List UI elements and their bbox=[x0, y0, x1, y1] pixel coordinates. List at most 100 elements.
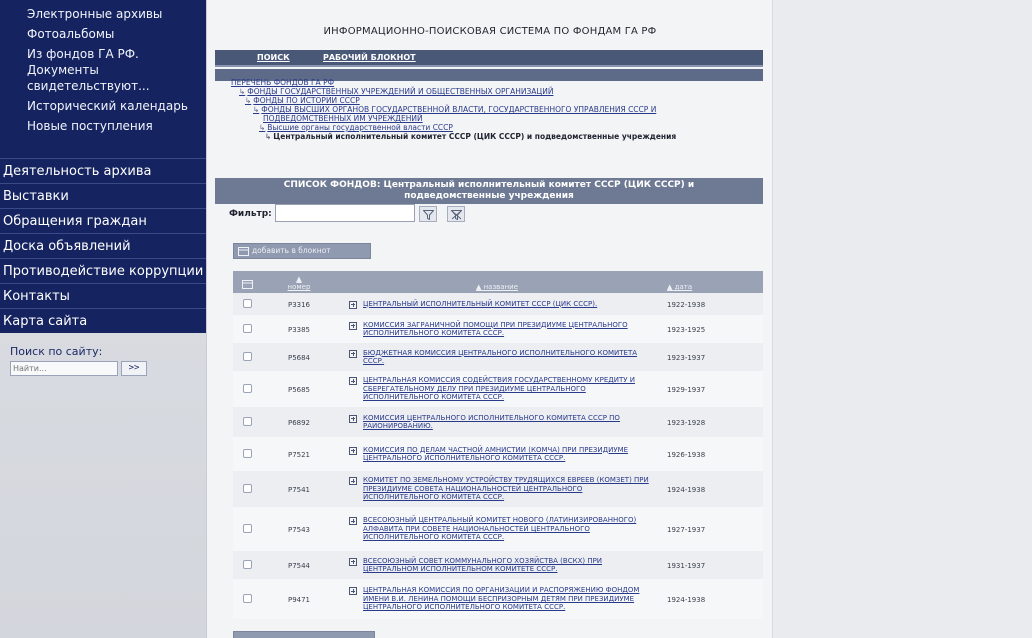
site-search-button[interactable]: >> bbox=[121, 361, 147, 376]
expand-plus-icon[interactable] bbox=[349, 446, 357, 455]
filter-apply-button[interactable] bbox=[419, 206, 437, 222]
sidebar-item-historical-calendar[interactable]: Исторический календарь bbox=[0, 96, 206, 116]
sidebar-item-photo-albums[interactable]: Фотоальбомы bbox=[0, 24, 206, 44]
column-header-name-label: название bbox=[483, 283, 519, 291]
sidebar-item-anti-corruption[interactable]: Противодействие коррупции bbox=[0, 258, 206, 283]
row-checkbox[interactable] bbox=[242, 416, 252, 426]
sidebar-item-sitemap[interactable]: Карта сайта bbox=[0, 308, 206, 333]
expand-plus-icon[interactable] bbox=[349, 517, 357, 526]
fund-number-cell: Р5684 bbox=[261, 343, 337, 371]
table-row: Р6892 КОМИССИЯ ЦЕНТРАЛЬНОГО ИСПОЛНИТЕЛЬН… bbox=[233, 407, 763, 437]
sidebar-item-citizen-appeals[interactable]: Обращения граждан bbox=[0, 208, 206, 233]
row-checkbox[interactable] bbox=[242, 483, 252, 493]
nav-notebook-link[interactable]: РАБОЧИЙ БЛОКНОТ bbox=[323, 53, 416, 62]
sort-arrow-icon: ▲ bbox=[296, 275, 302, 283]
fund-date: 1929-1937 bbox=[667, 385, 706, 394]
row-checkbox[interactable] bbox=[242, 559, 252, 569]
breadcrumb-item-supreme-bodies[interactable]: ↳ Высшие органы государственной власти СС… bbox=[231, 123, 751, 132]
fund-number: Р6892 bbox=[287, 418, 311, 427]
fund-number-cell: Р6892 bbox=[261, 407, 337, 437]
fund-date-cell: 1926-1938 bbox=[657, 437, 763, 471]
nav-search-link[interactable]: ПОИСК bbox=[257, 53, 290, 62]
fund-name-link[interactable]: ВСЕСОЮЗНЫЙ ЦЕНТРАЛЬНЫЙ КОМИТЕТ НОВОГО (Л… bbox=[363, 516, 657, 542]
expand-plus-icon[interactable] bbox=[349, 557, 357, 566]
fund-name-link[interactable]: ЦЕНТРАЛЬНАЯ КОМИССИЯ ПО ОРГАНИЗАЦИИ И РА… bbox=[363, 586, 657, 612]
fund-name-wrap: ВСЕСОЮЗНЫЙ ЦЕНТРАЛЬНЫЙ КОМИТЕТ НОВОГО (Л… bbox=[337, 514, 657, 544]
filter-input[interactable] bbox=[275, 204, 415, 222]
filter-label: Фильтр: bbox=[229, 209, 272, 219]
fund-name-link[interactable]: БЮДЖЕТНАЯ КОМИССИЯ ЦЕНТРАЛЬНОГО ИСПОЛНИТ… bbox=[363, 349, 657, 366]
row-select-cell bbox=[233, 293, 261, 315]
fund-name-link[interactable]: ВСЕСОЮЗНЫЙ СОВЕТ КОММУНАЛЬНОГО ХОЗЯЙСТВА… bbox=[363, 557, 657, 574]
fund-name-link[interactable]: КОМИССИЯ ЗАГРАНИЧНОЙ ПОМОЩИ ПРИ ПРЕЗИДИУ… bbox=[363, 321, 657, 338]
fund-name-link[interactable]: КОМИТЕТ ПО ЗЕМЕЛЬНОМУ УСТРОЙСТВУ ТРУДЯЩИ… bbox=[363, 476, 657, 502]
column-header-name[interactable]: ▲ название bbox=[337, 271, 657, 293]
row-checkbox[interactable] bbox=[242, 593, 252, 603]
row-select-cell bbox=[233, 343, 261, 371]
sidebar-item-new-arrivals[interactable]: Новые поступления bbox=[0, 116, 206, 136]
breadcrumb-item-subordinate-institutions[interactable]: ПОДВЕДОМСТВЕННЫХ ИМ УЧРЕЖДЕНИЙ bbox=[231, 114, 751, 123]
sidebar-item-exhibitions[interactable]: Выставки bbox=[0, 183, 206, 208]
right-blank-area bbox=[772, 0, 1032, 638]
top-nav: ПОИСК РАБОЧИЙ БЛОКНОТ bbox=[215, 50, 763, 67]
main-content: ИНФОРМАЦИОННО-ПОИСКОВАЯ СИСТЕМА ПО ФОНДА… bbox=[206, 0, 772, 638]
expand-plus-icon[interactable] bbox=[349, 321, 357, 330]
table-row: Р9471 ЦЕНТРАЛЬНАЯ КОМИССИЯ ПО ОРГАНИЗАЦИ… bbox=[233, 579, 763, 619]
breadcrumb-item-higher-authorities[interactable]: ↳ ФОНДЫ ВЫСШИХ ОРГАНОВ ГОСУДАРСТВЕННОЙ ВЛ… bbox=[231, 105, 751, 114]
expand-plus-icon[interactable] bbox=[349, 377, 357, 386]
sidebar-item-notice-board[interactable]: Доска объявлений bbox=[0, 233, 206, 258]
fund-name-cell: ЦЕНТРАЛЬНАЯ КОМИССИЯ СОДЕЙСТВИЯ ГОСУДАРС… bbox=[337, 371, 657, 407]
breadcrumb-item-ussr-history[interactable]: ↳ ФОНДЫ ПО ИСТОРИИ СССР bbox=[231, 96, 751, 105]
fund-number: Р7544 bbox=[287, 561, 311, 570]
expand-plus-icon[interactable] bbox=[349, 414, 357, 423]
sidebar-item-electronic-archives[interactable]: Электронные архивы bbox=[0, 4, 206, 24]
table-row: Р3385 КОМИССИЯ ЗАГРАНИЧНОЙ ПОМОЩИ ПРИ ПР… bbox=[233, 315, 763, 343]
sidebar-item-contacts[interactable]: Контакты bbox=[0, 283, 206, 308]
row-select-cell bbox=[233, 407, 261, 437]
expand-plus-icon[interactable] bbox=[349, 300, 357, 309]
add-to-notebook-button[interactable]: добавить в блокнот bbox=[233, 243, 371, 259]
fund-date-cell: 1927-1937 bbox=[657, 507, 763, 551]
sidebar-item-documents-testify[interactable]: Из фондов ГА РФ. Документы свидетельству… bbox=[0, 44, 206, 96]
fund-name-link[interactable]: ЦЕНТРАЛЬНАЯ КОМИССИЯ СОДЕЙСТВИЯ ГОСУДАРС… bbox=[363, 376, 657, 402]
fund-name-link[interactable]: КОМИССИЯ ЦЕНТРАЛЬНОГО ИСПОЛНИТЕЛЬНОГО КО… bbox=[363, 414, 657, 431]
funds-list-header: СПИСОК ФОНДОВ: Центральный исполнительны… bbox=[215, 178, 763, 204]
breadcrumb-item-state-institutions[interactable]: ↳ ФОНДЫ ГОСУДАРСТВЕННЫХ УЧРЕЖДЕНИЙ И ОБЩЕ… bbox=[231, 87, 751, 96]
fund-number-cell: Р7521 bbox=[261, 437, 337, 471]
funnel-clear-icon bbox=[450, 210, 462, 220]
row-checkbox[interactable] bbox=[242, 523, 252, 533]
filter-clear-button[interactable] bbox=[447, 206, 465, 222]
breadcrumb-item-label: ФОНДЫ ВЫСШИХ ОРГАНОВ ГОСУДАРСТВЕННОЙ ВЛА… bbox=[261, 105, 657, 114]
row-checkbox[interactable] bbox=[242, 351, 252, 361]
row-select-cell bbox=[233, 315, 261, 343]
breadcrumb-current: ↳ Центральный исполнительный комитет СССР… bbox=[231, 132, 751, 141]
fund-date-cell: 1929-1937 bbox=[657, 371, 763, 407]
fund-number-cell: Р3385 bbox=[261, 315, 337, 343]
row-checkbox[interactable] bbox=[242, 448, 252, 458]
fund-name-cell: КОМИССИЯ ЗАГРАНИЧНОЙ ПОМОЩИ ПРИ ПРЕЗИДИУ… bbox=[337, 315, 657, 343]
site-search-input[interactable] bbox=[10, 361, 118, 376]
row-checkbox[interactable] bbox=[242, 383, 252, 393]
column-header-date[interactable]: ▲ дата bbox=[657, 271, 763, 293]
fund-name-cell: КОМИССИЯ ЦЕНТРАЛЬНОГО ИСПОЛНИТЕЛЬНОГО КО… bbox=[337, 407, 657, 437]
site-search-row: >> bbox=[10, 361, 206, 376]
sidebar-item-archive-activity[interactable]: Деятельность архива bbox=[0, 158, 206, 183]
column-header-number[interactable]: ▲ номер bbox=[261, 271, 337, 293]
add-to-notebook-button-bottom[interactable] bbox=[233, 631, 375, 638]
notebook-icon bbox=[238, 247, 249, 256]
expand-plus-icon[interactable] bbox=[349, 477, 357, 486]
fund-name-link[interactable]: КОМИССИЯ ПО ДЕЛАМ ЧАСТНОЙ АМНИСТИИ (КОМЧ… bbox=[363, 446, 657, 463]
browser-page: Электронные архивы Фотоальбомы Из фондов… bbox=[0, 0, 1032, 638]
fund-name-wrap: ЦЕНТРАЛЬНАЯ КОМИССИЯ СОДЕЙСТВИЯ ГОСУДАРС… bbox=[337, 374, 657, 404]
fund-date-cell: 1922-1938 bbox=[657, 293, 763, 315]
expand-plus-icon[interactable] bbox=[349, 587, 357, 596]
fund-number: Р5684 bbox=[287, 353, 311, 362]
expand-plus-icon[interactable] bbox=[349, 349, 357, 358]
breadcrumb-item-funds-list[interactable]: ПЕРЕЧЕНЬ ФОНДОВ ГА РФ bbox=[231, 78, 751, 87]
column-header-select bbox=[233, 271, 261, 293]
row-checkbox[interactable] bbox=[242, 323, 252, 333]
fund-name-link[interactable]: ЦЕНТРАЛЬНЫЙ ИСПОЛНИТЕЛЬНЫЙ КОМИТЕТ СССР … bbox=[363, 300, 597, 309]
breadcrumb: ПЕРЕЧЕНЬ ФОНДОВ ГА РФ ↳ ФОНДЫ ГОСУДАРСТВЕ… bbox=[231, 78, 751, 141]
row-checkbox[interactable] bbox=[242, 298, 252, 308]
fund-number: Р5685 bbox=[287, 385, 311, 394]
